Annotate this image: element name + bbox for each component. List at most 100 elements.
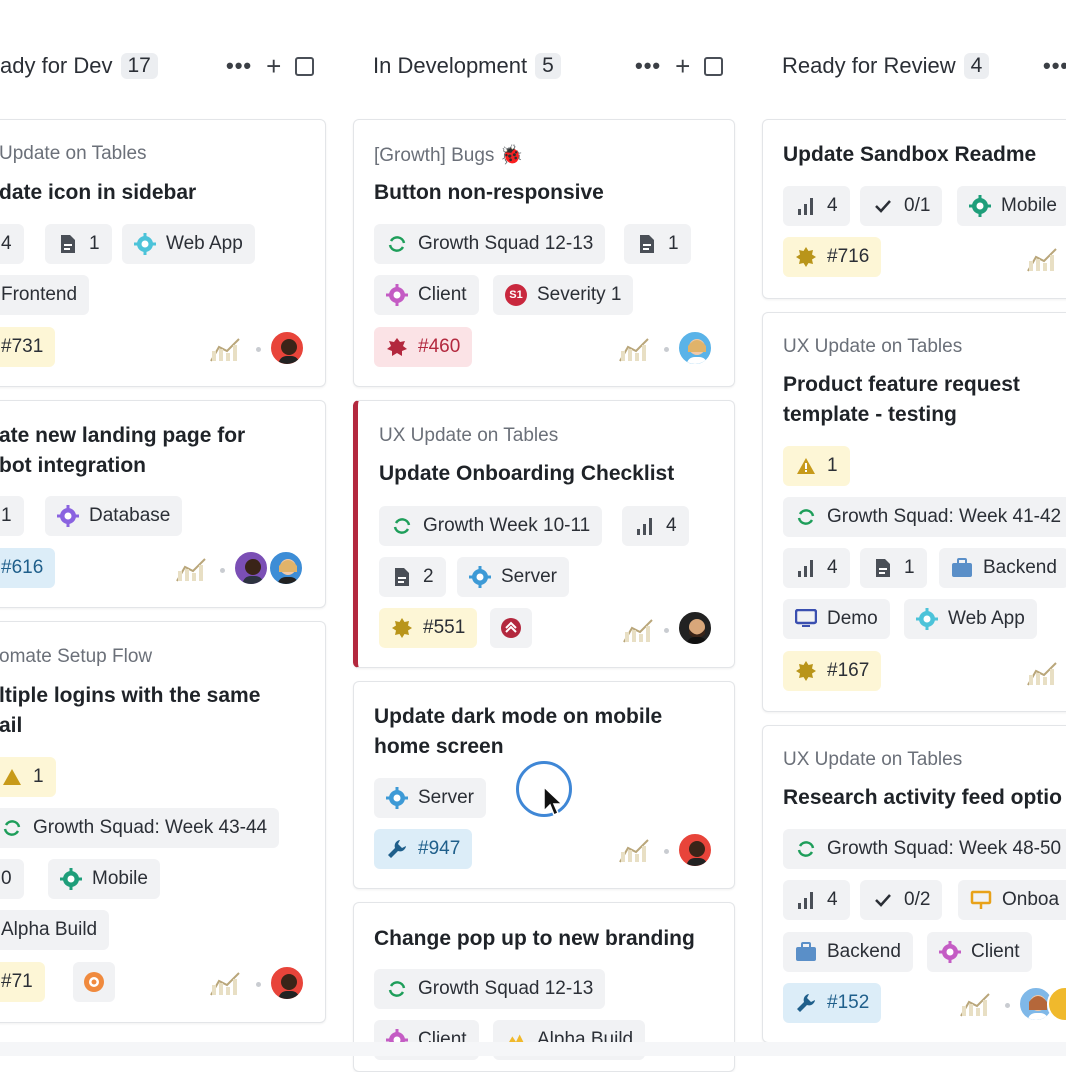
task-id-pill[interactable]: #731 [0,327,56,367]
documents-pill[interactable]: 1 [0,496,24,536]
sprint-pill[interactable]: Growth Week 10-11 [379,506,603,546]
wrench-icon [386,838,408,860]
component-pill[interactable]: Demo [783,599,890,639]
estimate-chart-icon [619,338,649,362]
column-title: Ready for Review [782,53,956,78]
more-options-icon[interactable]: ••• [1043,53,1066,79]
assignee-avatar[interactable] [233,550,269,586]
estimate-chart-icon [210,972,240,996]
document-icon [636,233,658,255]
story-points-pill[interactable]: 4 [783,548,850,588]
task-id-pill[interactable]: #616 [0,548,56,588]
cycle-icon [795,506,817,528]
story-points-pill[interactable]: 0 [0,859,24,899]
separator-dot [1005,1003,1010,1008]
component-pill[interactable]: Mobile [957,186,1066,226]
sprint-pill[interactable]: Growth Squad: Week 43-44 [0,808,280,848]
assignee-avatar[interactable] [269,965,305,1001]
card-subtitle: [Growth] Bugs 🐞 [374,145,524,166]
task-id-pill[interactable]: #716 [783,237,882,277]
document-icon [872,557,894,579]
assignee-avatar[interactable] [677,832,713,868]
bar-chart-icon [795,889,817,911]
task-card[interactable]: UX Update on Tables Research activity fe… [762,725,1066,1043]
star-badge-icon [391,617,413,639]
board-scroll-area[interactable] [0,1042,1066,1056]
severity-badge-icon: S1 [505,284,527,306]
component-pill[interactable]: Backend [939,548,1066,588]
sprint-pill[interactable]: Growth Squad: Week 41-42 [783,497,1066,537]
component-pill[interactable]: Database [45,496,183,536]
checklist-pill[interactable]: 0/1 [860,186,943,226]
task-card[interactable]: UX Update on Tables Product feature requ… [762,312,1066,712]
story-points-pill[interactable]: 4 [0,224,24,264]
component-pill[interactable]: Web App [904,599,1037,639]
documents-pill[interactable]: 2 [379,557,446,597]
assignee-avatar[interactable] [1047,986,1066,1022]
check-icon [872,889,894,911]
select-column-checkbox[interactable] [295,56,315,76]
add-card-icon[interactable]: + [675,53,690,79]
task-id-pill[interactable]: #152 [783,983,882,1023]
add-card-icon[interactable]: + [266,53,281,79]
priority-pill[interactable] [490,608,532,648]
status-pill[interactable] [73,962,115,1002]
warning-pill[interactable]: 1 [783,446,850,486]
component-pill[interactable]: Onboa [958,880,1066,920]
more-options-icon[interactable]: ••• [226,53,252,79]
tag-label: Frontend [1,284,78,305]
star-badge-icon [795,246,817,268]
documents-pill[interactable]: 1 [45,224,112,264]
column-actions: ••• + [226,44,315,88]
task-id-pill[interactable]: #551 [379,608,478,648]
component-pill[interactable]: Mobile [48,859,160,899]
task-id-pill[interactable]: #947 [374,829,473,869]
assignee-avatar[interactable] [677,330,713,366]
documents-pill[interactable]: 1 [624,224,691,264]
estimate-chart-icon [210,338,240,362]
warning-pill[interactable]: 1 [0,757,56,797]
documents-pill[interactable]: 1 [860,548,927,588]
gear-icon [134,233,156,255]
assignee-avatar[interactable] [269,330,305,366]
task-card[interactable]: Update on Tables date icon in sidebar 4 … [0,119,326,387]
story-points-pill[interactable]: 4 [622,506,689,546]
task-card[interactable]: ate new landing page for bot integration… [0,400,326,608]
component-pill[interactable]: Backend [783,932,913,972]
tag-pill[interactable]: Frontend [0,275,90,315]
checklist-progress: 0/2 [904,889,931,910]
component-pill[interactable]: Client [927,932,1032,972]
task-id-pill[interactable]: #71 [0,962,45,1002]
points-value: 4 [827,557,838,578]
story-points-pill[interactable]: 4 [783,880,850,920]
task-card[interactable]: omate Setup Flow ltiple logins with the … [0,621,326,1023]
gear-icon [939,941,961,963]
component-label: Web App [166,233,243,254]
assignee-avatar[interactable] [677,610,713,646]
sprint-pill[interactable]: Growth Squad 12-13 [374,224,606,264]
component-pill[interactable]: Server [457,557,569,597]
component-pill[interactable]: Web App [122,224,255,264]
task-id: #947 [418,838,461,859]
story-points-pill[interactable]: 4 [783,186,850,226]
sprint-pill[interactable]: Growth Squad: Week 48-50 [783,829,1066,869]
task-card[interactable]: Update Sandbox Readme 4 0/1 Mobile #716 [762,119,1066,299]
component-pill[interactable]: Client [374,275,479,315]
more-options-icon[interactable]: ••• [635,53,661,79]
warning-count: 1 [827,455,838,476]
card-subtitle: UX Update on Tables [379,425,559,446]
assignee-avatar[interactable] [268,550,304,586]
points-value: 4 [827,889,838,910]
release-pill[interactable]: Alpha Build [0,910,110,950]
task-id-pill[interactable]: #460 [374,327,473,367]
severity-pill[interactable]: S1 Severity 1 [493,275,634,315]
select-column-checkbox[interactable] [704,56,724,76]
column-count: 4 [963,53,990,79]
task-card[interactable]: [Growth] Bugs 🐞 Button non-responsive Gr… [353,119,735,387]
column-actions: ••• + [635,44,724,88]
checklist-pill[interactable]: 0/2 [860,880,943,920]
task-card[interactable]: UX Update on Tables Update Onboarding Ch… [353,400,735,668]
task-id-pill[interactable]: #167 [783,651,882,691]
sprint-pill[interactable]: Growth Squad 12-13 [374,969,606,1009]
component-pill[interactable]: Server [374,778,486,818]
